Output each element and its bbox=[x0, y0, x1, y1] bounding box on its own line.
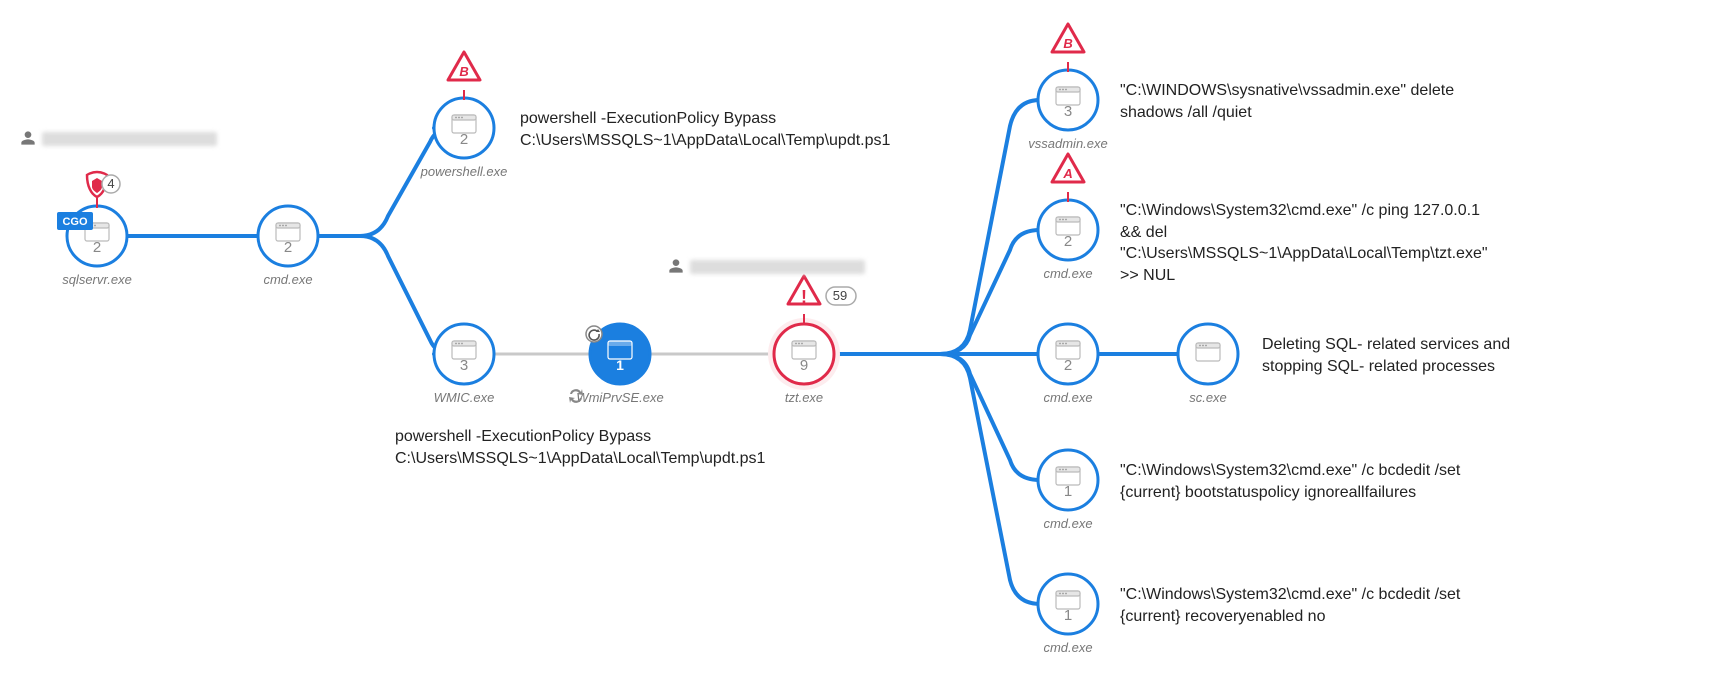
node-tzt[interactable]: 9 tzt.exe ! 59 bbox=[768, 276, 856, 405]
user-icon bbox=[20, 130, 36, 146]
desc-vssadmin: "C:\WINDOWS\sysnative\vssadmin.exe" dele… bbox=[1120, 80, 1480, 123]
warning-triangle-icon: B bbox=[448, 52, 480, 100]
node-label: cmd.exe bbox=[1043, 516, 1092, 531]
warning-triangle-icon: B bbox=[1052, 24, 1084, 72]
node-count: 2 bbox=[1064, 357, 1072, 374]
node-sc[interactable]: sc.exe bbox=[1178, 324, 1238, 405]
node-count: 3 bbox=[1064, 103, 1072, 120]
edge bbox=[834, 230, 1040, 354]
svg-text:!: ! bbox=[801, 287, 807, 307]
desc-powershell-bottom: powershell -ExecutionPolicy Bypass C:\Us… bbox=[395, 426, 825, 469]
edge bbox=[318, 236, 452, 354]
node-label: WMIC.exe bbox=[434, 390, 495, 405]
tag-cgo: CGO bbox=[57, 212, 93, 230]
node-label: vssadmin.exe bbox=[1028, 136, 1107, 151]
node-sqlservr[interactable]: 2 sqlservr.exe CGO 4 bbox=[57, 172, 132, 287]
node-label: powershell.exe bbox=[420, 164, 508, 179]
node-wmiprv[interactable]: 1 WmiPrvSE.exe bbox=[569, 324, 664, 405]
node-label: tzt.exe bbox=[785, 390, 823, 405]
node-cmd-bcd1[interactable]: 1 cmd.exe bbox=[1038, 450, 1098, 531]
warning-triangle-icon: A bbox=[1052, 154, 1084, 202]
edge bbox=[834, 354, 1040, 480]
desc-cmd-ping: "C:\Windows\System32\cmd.exe" /c ping 12… bbox=[1120, 200, 1490, 286]
node-count: 9 bbox=[800, 357, 808, 374]
node-count: 1 bbox=[1064, 483, 1072, 500]
back-arrow-icon bbox=[586, 326, 602, 342]
node-label: sc.exe bbox=[1189, 390, 1227, 405]
node-cmd-ping[interactable]: 2 cmd.exe A bbox=[1038, 154, 1098, 281]
badge-count: 4 bbox=[107, 176, 114, 191]
node-label: cmd.exe bbox=[263, 272, 312, 287]
node-label: cmd.exe bbox=[1043, 390, 1092, 405]
node-label: sqlservr.exe bbox=[62, 272, 132, 287]
desc-cmd-bcd2: "C:\Windows\System32\cmd.exe" /c bcdedit… bbox=[1120, 584, 1520, 627]
svg-text:CGO: CGO bbox=[62, 216, 88, 228]
edge bbox=[834, 354, 1040, 604]
node-count: 1 bbox=[616, 357, 624, 373]
node-label: WmiPrvSE.exe bbox=[576, 390, 663, 405]
node-cmd-root[interactable]: 2 cmd.exe bbox=[258, 206, 318, 287]
node-count: 2 bbox=[1064, 233, 1072, 250]
node-label: cmd.exe bbox=[1043, 640, 1092, 655]
desc-sc: Deleting SQL- related services and stopp… bbox=[1262, 334, 1562, 377]
edge bbox=[318, 128, 452, 236]
node-vssadmin[interactable]: 3 vssadmin.exe B bbox=[1028, 24, 1107, 151]
badge-count: 59 bbox=[833, 288, 847, 303]
user-icon bbox=[668, 258, 684, 274]
user-label-redacted bbox=[690, 260, 865, 274]
svg-text:B: B bbox=[1063, 36, 1072, 51]
node-cmd-sc[interactable]: 2 cmd.exe bbox=[1038, 324, 1098, 405]
node-count: 2 bbox=[284, 239, 292, 256]
warning-triangle-icon: ! 59 bbox=[788, 276, 856, 324]
node-count: 1 bbox=[1064, 607, 1072, 624]
node-count: 3 bbox=[460, 357, 468, 374]
shield-icon: 4 bbox=[87, 172, 120, 208]
node-powershell[interactable]: 2 powershell.exe B bbox=[420, 52, 508, 179]
node-wmic[interactable]: 3 WMIC.exe bbox=[434, 324, 495, 405]
node-label: cmd.exe bbox=[1043, 266, 1092, 281]
desc-powershell-top: powershell -ExecutionPolicy Bypass C:\Us… bbox=[520, 108, 940, 151]
node-count: 2 bbox=[93, 239, 101, 256]
user-label-redacted bbox=[42, 132, 217, 146]
desc-cmd-bcd1: "C:\Windows\System32\cmd.exe" /c bcdedit… bbox=[1120, 460, 1520, 503]
node-count: 2 bbox=[460, 131, 468, 148]
svg-text:B: B bbox=[459, 64, 468, 79]
svg-text:A: A bbox=[1062, 166, 1072, 181]
node-cmd-bcd2[interactable]: 1 cmd.exe bbox=[1038, 574, 1098, 655]
